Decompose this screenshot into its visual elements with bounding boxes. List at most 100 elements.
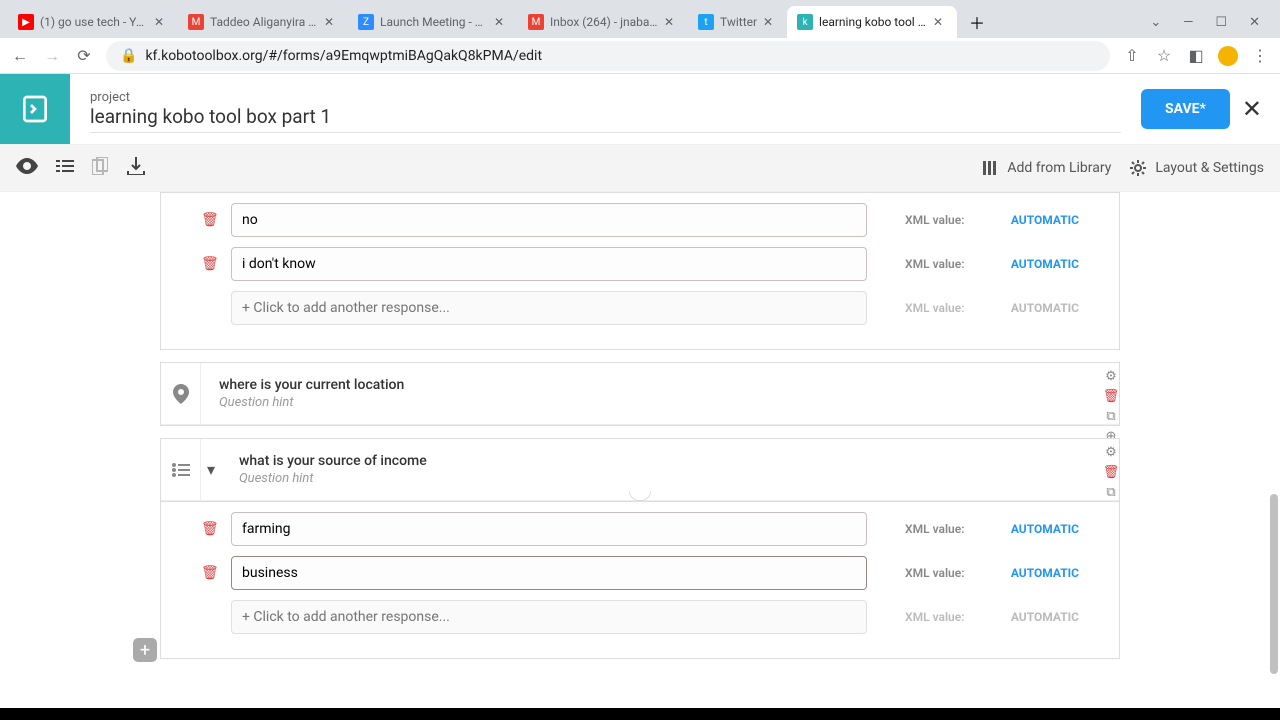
kobo-icon: k — [797, 14, 813, 30]
question-actions: ⚙ 🗑 ⧉ ⊕ — [1102, 369, 1120, 447]
choice-input[interactable] — [231, 556, 867, 590]
tab-gmail-1[interactable]: M Taddeo Aliganyira has ✕ — [178, 6, 348, 38]
app-root: project learning kobo tool box part 1 SA… — [0, 74, 1280, 708]
tab-label: (1) go use tech - You — [40, 15, 148, 29]
scrollbar[interactable] — [1270, 494, 1278, 674]
lock-icon: 🔒 — [120, 48, 137, 64]
save-button[interactable]: SAVE* — [1141, 89, 1230, 129]
copy-icon[interactable] — [92, 157, 108, 179]
add-from-library-button[interactable]: Add from Library — [981, 159, 1111, 177]
twitter-icon: t — [698, 14, 714, 30]
delete-choice-icon[interactable]: 🗑 — [201, 521, 217, 537]
menu-icon[interactable]: ⋮ — [1250, 46, 1270, 65]
add-choice-input[interactable] — [231, 291, 867, 325]
profile-icon[interactable] — [1218, 46, 1238, 66]
choice-row: 🗑 XML value:AUTOMATIC — [201, 556, 1079, 590]
tab-kobo[interactable]: klearning kobo tool bo✕ — [787, 6, 957, 38]
close-icon[interactable]: ✕ — [664, 15, 678, 29]
xml-value: XML value:AUTOMATIC — [881, 566, 1079, 580]
chevron-down-icon[interactable]: ⌄ — [1150, 15, 1161, 30]
delete-choice-icon[interactable]: 🗑 — [201, 212, 217, 228]
new-tab-button[interactable]: ＋ — [963, 8, 991, 36]
zoom-icon: Z — [358, 14, 374, 30]
choice-row: 🗑 XML value:AUTOMATIC — [201, 203, 1079, 237]
settings-list-icon[interactable] — [56, 158, 74, 178]
gear-icon[interactable]: ⚙ — [1102, 369, 1120, 387]
trash-icon[interactable]: 🗑 — [1102, 389, 1120, 407]
tab-bar: ▶ (1) go use tech - You ✕ M Taddeo Aliganyi… — [0, 0, 1280, 38]
tab-label: Taddeo Aliganyira has — [210, 15, 318, 29]
choice-input[interactable] — [231, 512, 867, 546]
xml-value: XML value:AUTOMATIC — [881, 301, 1079, 315]
maximize-icon[interactable]: ☐ — [1215, 15, 1227, 30]
delete-choice-icon[interactable]: 🗑 — [201, 256, 217, 272]
copy-icon[interactable]: ⧉ — [1102, 409, 1120, 427]
youtube-icon: ▶ — [18, 14, 34, 30]
close-icon[interactable]: ✕ — [324, 15, 338, 29]
gmail-icon: M — [528, 14, 544, 30]
copy-icon[interactable]: ⧉ — [1102, 485, 1120, 503]
close-window-icon[interactable]: ✕ — [1249, 15, 1260, 30]
back-button[interactable]: ← — [10, 46, 30, 66]
layout-settings-button[interactable]: Layout & Settings — [1129, 159, 1264, 177]
url-text: kf.kobotoolbox.org/#/forms/a9EmqwptmiBAg… — [145, 48, 542, 64]
gmail-icon: M — [188, 14, 204, 30]
tab-zoom[interactable]: Z Launch Meeting - Zoo ✕ — [348, 6, 518, 38]
preview-icon[interactable] — [16, 158, 38, 178]
add-choice-input[interactable] — [231, 600, 867, 634]
trash-icon[interactable]: 🗑 — [1102, 465, 1120, 483]
delete-choice-icon[interactable]: 🗑 — [201, 565, 217, 581]
question-hint[interactable]: Question hint — [219, 395, 1101, 410]
gear-icon[interactable]: ⚙ — [1102, 445, 1120, 463]
star-icon[interactable]: ☆ — [1154, 46, 1174, 65]
close-icon[interactable]: ✕ — [154, 15, 168, 29]
tab-twitter[interactable]: t Twitter ✕ — [688, 6, 787, 38]
choice-row: 🗑 XML value:AUTOMATIC — [201, 512, 1079, 546]
choice-row: 🗑 XML value:AUTOMATIC — [201, 247, 1079, 281]
question-title[interactable]: what is your source of income — [239, 453, 1101, 469]
choice-row-placeholder: 🗑 XML value:AUTOMATIC — [201, 600, 1079, 634]
tab-gmail-2[interactable]: M Inbox (264) - jnabasa ✕ — [518, 6, 688, 38]
choice-input[interactable] — [231, 203, 867, 237]
browser-chrome: ▶ (1) go use tech - You ✕ M Taddeo Aliganyi… — [0, 0, 1280, 74]
question-location[interactable]: where is your current location Question … — [160, 362, 1120, 426]
add-question-button[interactable]: + — [133, 638, 157, 662]
minimize-icon[interactable]: — — [1183, 15, 1193, 30]
add-from-library-label: Add from Library — [1007, 160, 1111, 176]
close-icon[interactable]: ✕ — [933, 15, 947, 29]
project-heading: project learning kobo tool box part 1 — [70, 74, 1141, 144]
extensions-icon[interactable]: ◧ — [1186, 46, 1206, 65]
tab-label: Twitter — [720, 15, 757, 29]
choice-input[interactable] — [231, 247, 867, 281]
close-icon[interactable]: ✕ — [494, 15, 508, 29]
close-icon[interactable]: ✕ — [763, 15, 777, 29]
question-title[interactable]: where is your current location — [219, 377, 1101, 393]
layout-settings-label: Layout & Settings — [1155, 160, 1264, 176]
window-controls: ⌄ — ☐ ✕ — [1150, 15, 1272, 30]
question-hint[interactable]: Question hint — [239, 471, 1101, 486]
share-icon[interactable]: ⇧ — [1122, 46, 1142, 65]
close-editor-button[interactable]: ✕ — [1242, 95, 1262, 123]
library-icon — [981, 159, 999, 177]
tab-label: Launch Meeting - Zoo — [380, 15, 488, 29]
reload-button[interactable]: ⟳ — [74, 46, 94, 66]
form-toolbar: Add from Library Layout & Settings — [0, 144, 1280, 192]
kobo-logo-icon — [19, 93, 51, 125]
xml-value: XML value:AUTOMATIC — [881, 213, 1079, 227]
choice-row-placeholder: 🗑 XML value:AUTOMATIC — [201, 291, 1079, 325]
forward-button[interactable]: → — [42, 46, 62, 66]
export-icon[interactable] — [126, 157, 146, 179]
question-income[interactable]: ▾ what is your source of income Question… — [160, 438, 1120, 502]
income-choice-list: 🗑 XML value:AUTOMATIC 🗑 XML value:AUTOMA… — [160, 502, 1120, 659]
tab-label: Inbox (264) - jnabasa — [550, 15, 658, 29]
project-title[interactable]: learning kobo tool box part 1 — [90, 105, 1121, 133]
form-canvas[interactable]: 🗑 XML value:AUTOMATIC 🗑 XML value:AUTOMA… — [0, 192, 1280, 708]
collapse-toggle[interactable]: ▾ — [201, 439, 221, 500]
kobo-logo[interactable] — [0, 74, 70, 144]
address-bar: ← → ⟳ 🔒 kf.kobotoolbox.org/#/forms/a9Emq… — [0, 38, 1280, 74]
url-input[interactable]: 🔒 kf.kobotoolbox.org/#/forms/a9EmqwptmiB… — [106, 41, 1110, 71]
tab-youtube[interactable]: ▶ (1) go use tech - You ✕ — [8, 6, 178, 38]
letterbox — [0, 708, 1280, 720]
xml-value: XML value:AUTOMATIC — [881, 610, 1079, 624]
project-label: project — [90, 90, 1121, 105]
